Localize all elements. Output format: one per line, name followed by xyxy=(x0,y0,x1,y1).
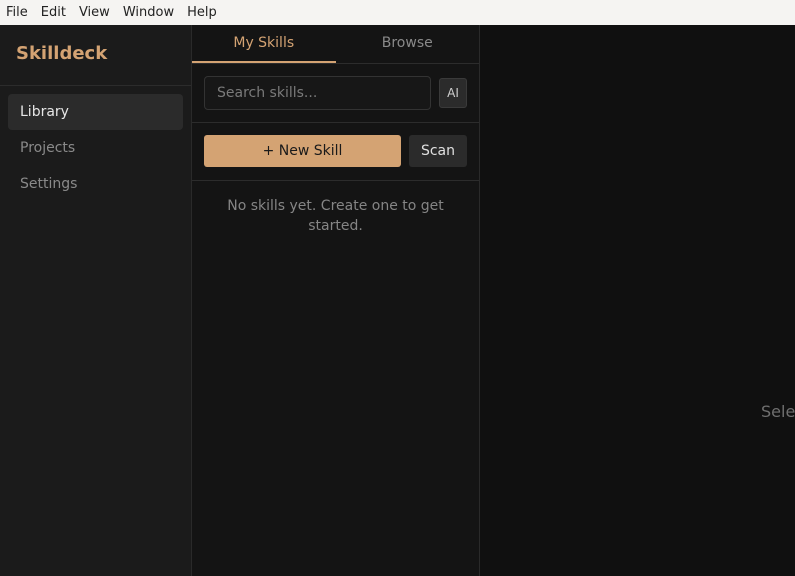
menu-file[interactable]: File xyxy=(6,5,28,20)
sidebar: Skilldeck Library Projects Settings xyxy=(0,25,192,576)
app-brand: Skilldeck xyxy=(16,43,108,64)
menu-window[interactable]: Window xyxy=(123,5,174,20)
menu-help[interactable]: Help xyxy=(187,5,217,20)
tab-browse[interactable]: Browse xyxy=(336,25,480,63)
sidebar-item-projects[interactable]: Projects xyxy=(8,130,183,166)
new-skill-button[interactable]: + New Skill xyxy=(204,135,401,167)
menu-bar: File Edit View Window Help xyxy=(0,0,795,25)
list-tabs: My Skills Browse xyxy=(192,25,479,64)
tab-my-skills[interactable]: My Skills xyxy=(192,25,336,63)
detail-placeholder-text: Sele xyxy=(761,402,795,421)
empty-state-message: No skills yet. Create one to get started… xyxy=(227,198,444,234)
skills-list-panel: My Skills Browse AI + New Skill Scan No … xyxy=(192,25,480,576)
sidebar-divider xyxy=(0,85,191,86)
sidebar-item-library[interactable]: Library xyxy=(8,94,183,130)
ai-search-button[interactable]: AI xyxy=(439,78,467,108)
sidebar-item-settings[interactable]: Settings xyxy=(8,166,183,202)
menu-view[interactable]: View xyxy=(79,5,110,20)
detail-panel: Sele xyxy=(480,25,795,576)
action-row: + New Skill Scan xyxy=(192,123,479,181)
search-row: AI xyxy=(192,64,479,123)
menu-edit[interactable]: Edit xyxy=(41,5,66,20)
sidebar-nav: Library Projects Settings xyxy=(8,94,183,202)
search-input[interactable] xyxy=(204,76,431,110)
scan-button[interactable]: Scan xyxy=(409,135,467,167)
